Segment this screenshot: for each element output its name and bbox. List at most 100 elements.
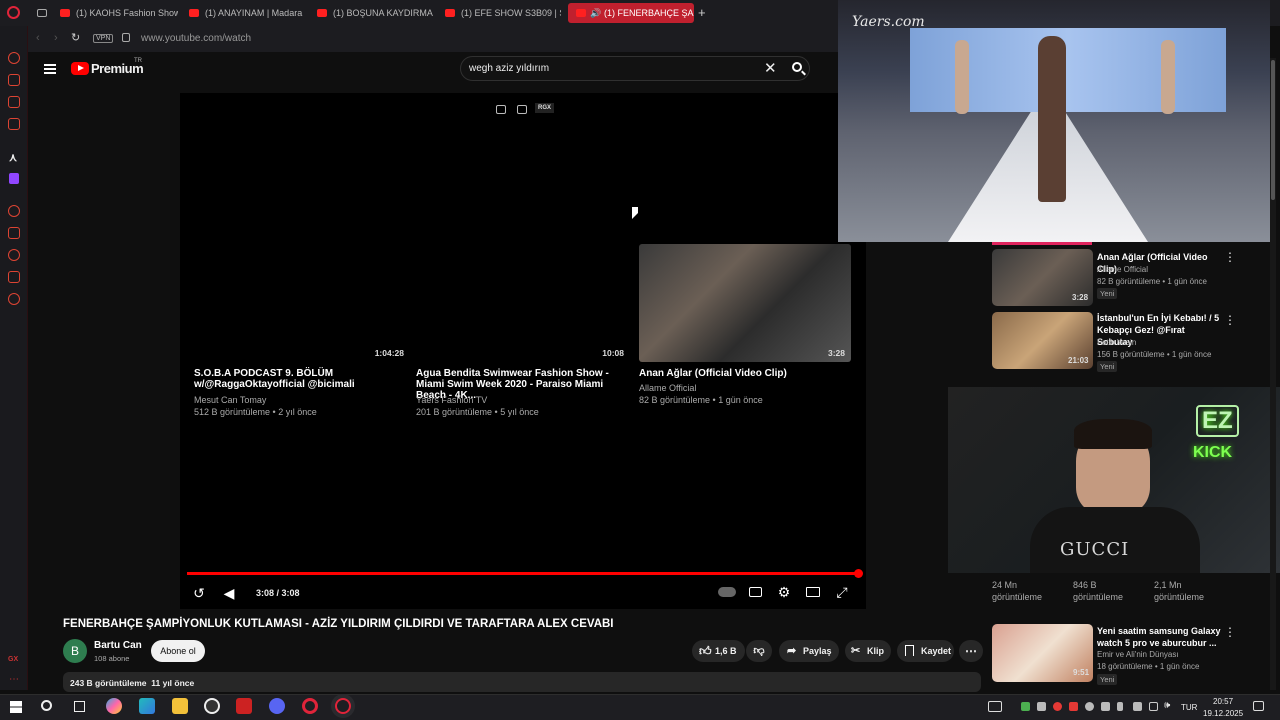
clear-search-icon[interactable]: ✕: [764, 59, 777, 77]
endscreen-card[interactable]: 10:08 Agua Bendita Swimwear Fashion Show…: [416, 244, 626, 417]
tray-icon[interactable]: [1021, 702, 1030, 711]
sidebar-icon[interactable]: [8, 205, 20, 217]
kick-sidebar-icon[interactable]: ⋏: [9, 151, 17, 164]
miniplayer-icon[interactable]: [496, 105, 506, 114]
vpn-badge[interactable]: VPN: [93, 34, 114, 43]
tray-icon[interactable]: [1053, 702, 1062, 711]
windows-start-icon[interactable]: [10, 701, 22, 713]
video-thumbnail[interactable]: [639, 244, 851, 362]
app-icon[interactable]: [236, 698, 252, 714]
copilot-icon[interactable]: [106, 698, 122, 714]
search-input[interactable]: wegh aziz yıldırım: [469, 63, 549, 74]
language-indicator[interactable]: TUR: [1181, 703, 1197, 712]
opera-logo-icon[interactable]: [7, 6, 20, 19]
progress-scrubber[interactable]: [854, 569, 863, 578]
widgets-icon[interactable]: [988, 701, 1002, 712]
clock-date[interactable]: 19.12.2025: [1203, 709, 1243, 718]
dislike-button[interactable]: 👎︎: [746, 640, 772, 662]
sidebar-icon[interactable]: [8, 96, 20, 108]
replay-icon[interactable]: ↺: [191, 585, 207, 601]
scrollbar-thumb[interactable]: [1271, 60, 1275, 200]
clip-button[interactable]: ✂ Klip: [845, 640, 891, 662]
autoplay-toggle[interactable]: [718, 587, 736, 597]
browser-tab-active[interactable]: 🔊 (1) FENERBAHÇE ŞAM: [568, 3, 694, 23]
settings-icon[interactable]: [8, 293, 20, 305]
settings-icon[interactable]: ⚙: [776, 584, 792, 600]
channel-avatar[interactable]: B: [63, 639, 87, 663]
sidebar-icon[interactable]: [8, 227, 20, 239]
channel-name[interactable]: Bartu Can: [94, 640, 142, 651]
tray-icon[interactable]: [1037, 702, 1046, 711]
tab-overview-icon[interactable]: [37, 9, 47, 17]
discord-icon[interactable]: [269, 698, 285, 714]
more-options-icon[interactable]: ⋮: [1224, 313, 1236, 327]
subscribe-button[interactable]: Abone ol: [151, 640, 205, 662]
tray-icon[interactable]: [1101, 702, 1110, 711]
endscreen-card[interactable]: 1:04:28 S.O.B.A PODCAST 9. BÖLÜM w/@Ragg…: [194, 244, 404, 417]
video-channel[interactable]: Fatih Yasin: [1097, 337, 1136, 348]
video-title[interactable]: S.O.B.A PODCAST 9. BÖLÜM w/@RaggaOktayof…: [194, 368, 404, 390]
clock-time[interactable]: 20:57: [1213, 697, 1233, 706]
tray-icon[interactable]: [1085, 702, 1094, 711]
description-box[interactable]: 243 B görüntüleme 11 yıl önce: [63, 672, 981, 692]
new-tab-button[interactable]: +: [698, 5, 706, 20]
task-view-icon[interactable]: [74, 701, 85, 712]
menu-icon[interactable]: [44, 64, 56, 74]
browser-tab[interactable]: (1) BOŞUNA KAYDIRMA 5: [311, 3, 433, 23]
video-title[interactable]: Yeni saatim samsung Galaxy watch 5 pro v…: [1097, 625, 1222, 649]
more-options-icon[interactable]: ⋮: [1224, 250, 1236, 264]
forward-icon[interactable]: ›: [54, 32, 58, 44]
search-icon[interactable]: [783, 56, 813, 81]
notification-icon[interactable]: [1253, 701, 1264, 711]
progress-bar[interactable]: [187, 572, 859, 575]
twitch-icon[interactable]: [9, 173, 19, 184]
sidebar-icon[interactable]: [8, 74, 20, 86]
folder-icon[interactable]: [172, 698, 188, 714]
save-button[interactable]: Kaydet: [897, 640, 954, 662]
network-icon[interactable]: [1149, 702, 1158, 711]
share-button[interactable]: ➦ Paylaş: [779, 640, 839, 662]
more-icon[interactable]: ⋯: [9, 674, 19, 685]
exit-icon[interactable]: [517, 105, 527, 114]
subtitles-icon[interactable]: [749, 587, 762, 597]
video-channel[interactable]: Mesut Can Tomay: [194, 394, 266, 406]
like-button[interactable]: 👍︎ 1,6 B: [692, 640, 745, 662]
sidebar-icon[interactable]: [8, 249, 20, 261]
video-channel[interactable]: Emir ve Ali'nin Dünyası: [1097, 649, 1179, 660]
sidebar-video[interactable]: 21:03 İstanbul'un En İyi Kebabı! / 5 Keb…: [992, 312, 1242, 372]
browser-tab[interactable]: (1) KAOHS Fashion Show: [54, 3, 178, 23]
fullscreen-icon[interactable]: ⤢: [834, 584, 850, 600]
video-channel[interactable]: Allame Official: [639, 382, 696, 394]
more-actions-button[interactable]: ⋯: [959, 640, 983, 662]
video-title[interactable]: Anan Ağlar (Official Video Clip): [639, 368, 851, 379]
search-icon[interactable]: [41, 700, 52, 711]
more-options-icon[interactable]: ⋮: [1224, 625, 1236, 639]
gx-icon[interactable]: GX: [8, 656, 18, 663]
video-channel[interactable]: Allame Official: [1097, 264, 1148, 275]
video-player[interactable]: RGX 1:04:28 S.O.B.A PODCAST 9. BÖLÜM w/@…: [180, 93, 866, 609]
volume-icon[interactable]: ◀: [221, 585, 237, 601]
sidebar-video[interactable]: 9:51 Yeni saatim samsung Galaxy watch 5 …: [992, 624, 1242, 686]
url-field[interactable]: www.youtube.com/watch: [141, 33, 251, 44]
rgx-badge[interactable]: RGX: [535, 103, 555, 113]
youtube-logo-icon[interactable]: [71, 62, 89, 75]
sidebar-video[interactable]: 3:28 Anan Ağlar (Official Video Clip) Al…: [992, 249, 1242, 309]
tray-icon[interactable]: [1069, 702, 1078, 711]
browser-tab[interactable]: (1) EFE SHOW S3B09 | SA: [439, 3, 561, 23]
obs-icon[interactable]: [204, 698, 220, 714]
sidebar-icon[interactable]: [8, 118, 20, 130]
volume-tray-icon[interactable]: 🕪︎: [1164, 700, 1170, 711]
opera-gx-icon[interactable]: [335, 698, 351, 714]
sidebar-icon[interactable]: [8, 271, 20, 283]
video-channel[interactable]: Yaers Fashion TV: [416, 394, 487, 406]
sidebar-icon[interactable]: [8, 52, 20, 64]
search-box[interactable]: wegh aziz yıldırım ✕: [460, 56, 810, 81]
browser-tab[interactable]: (1) ANAYINAM | Madara C: [183, 3, 305, 23]
theater-mode-icon[interactable]: [806, 587, 820, 597]
opera-icon[interactable]: [302, 698, 318, 714]
microphone-icon[interactable]: [1117, 702, 1123, 711]
endscreen-card[interactable]: 3:28 Anan Ağlar (Official Video Clip) Al…: [639, 244, 851, 414]
edge-icon[interactable]: [139, 698, 155, 714]
reload-icon[interactable]: ↻: [71, 31, 80, 44]
back-icon[interactable]: ‹: [36, 32, 40, 44]
